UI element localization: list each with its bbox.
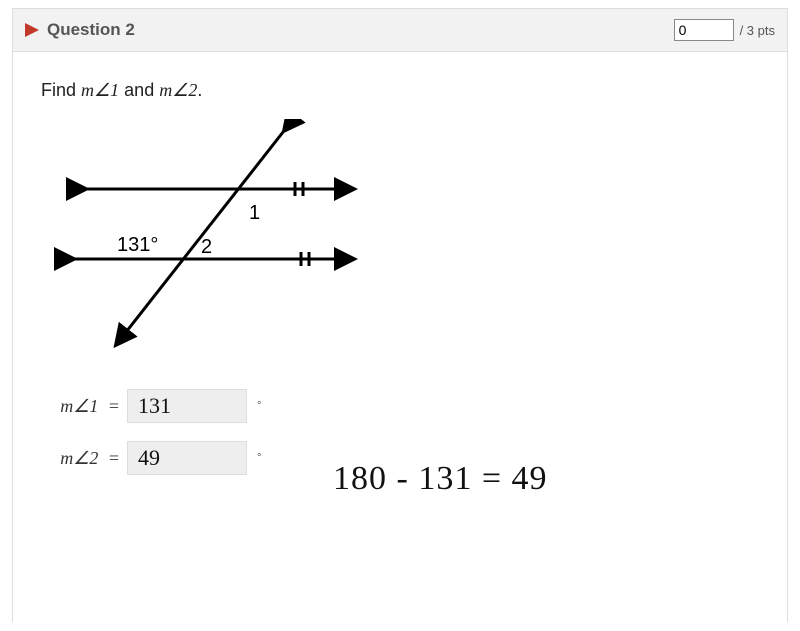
diagram-label-1: 1 [249, 202, 260, 224]
points-input[interactable] [674, 19, 734, 41]
degree-symbol: ° [257, 452, 261, 464]
flag-icon [25, 23, 39, 37]
answer-input-1[interactable]: 131 [127, 389, 247, 423]
angle-2-ref: m∠2 [159, 80, 197, 100]
question-title: Question 2 [47, 20, 135, 40]
answer-value-1: 131 [138, 393, 171, 419]
answer-input-2[interactable]: 49 [127, 441, 247, 475]
degree-symbol: ° [257, 400, 261, 412]
points-label: / 3 pts [740, 23, 775, 38]
diagram-given-angle: 131° [117, 234, 158, 256]
question-header: Question 2 / 3 pts [12, 8, 788, 52]
handwritten-work: 180 - 131 = 49 [333, 460, 548, 498]
question-body: Find m∠1 and m∠2. [12, 52, 788, 622]
question-page: Question 2 / 3 pts Find m∠1 and m∠2. [0, 0, 800, 631]
question-prompt: Find m∠1 and m∠2. [41, 80, 759, 101]
answer-row-1: m∠1 = 131 ° [41, 389, 759, 423]
diagram-label-2: 2 [201, 236, 212, 258]
answer-value-2: 49 [138, 445, 160, 471]
angle-diagram: 1 131° 2 [49, 119, 359, 369]
angle-1-ref: m∠1 [81, 80, 119, 100]
